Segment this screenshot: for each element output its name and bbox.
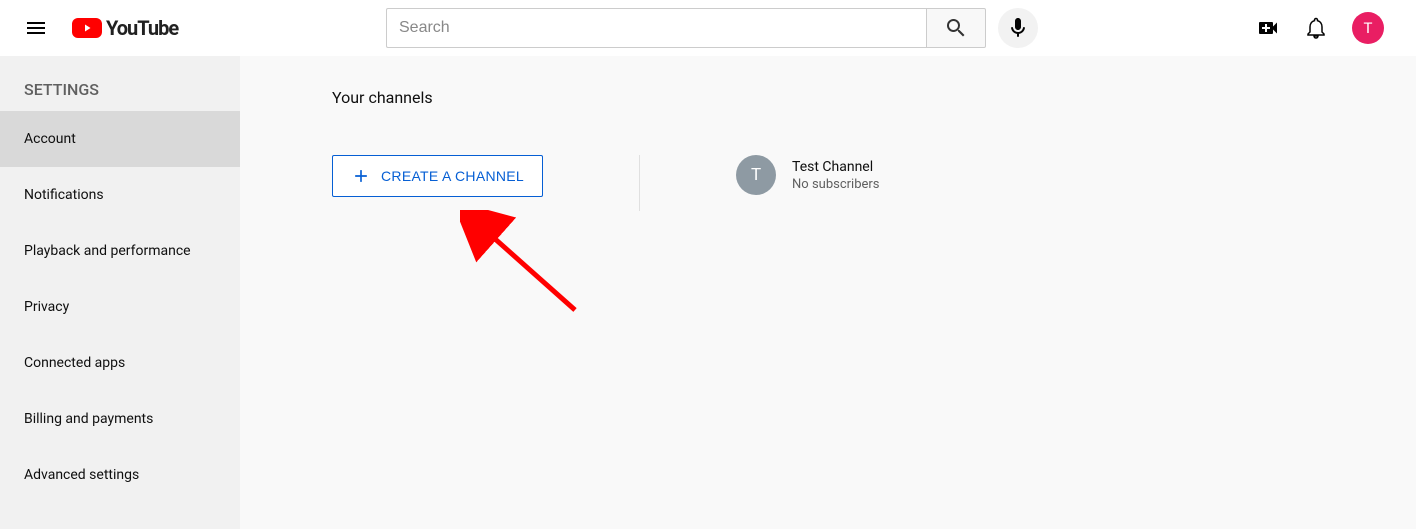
main-content: Your channels CREATE A CHANNEL T Test Ch… [240, 56, 1416, 529]
header-center [386, 8, 1038, 48]
settings-sidebar: SETTINGS Account Notifications Playback … [0, 56, 240, 529]
sidebar-item-privacy[interactable]: Privacy [0, 279, 240, 335]
channel-card[interactable]: T Test Channel No subscribers [736, 155, 879, 195]
header-right: T [1248, 8, 1400, 48]
youtube-logo[interactable]: YouTube [72, 16, 178, 40]
hamburger-icon [24, 16, 48, 40]
microphone-icon [1006, 16, 1030, 40]
sidebar-item-label: Playback and performance [24, 243, 191, 259]
sidebar-item-label: Notifications [24, 187, 104, 203]
user-avatar[interactable]: T [1352, 12, 1384, 44]
search-box [386, 8, 986, 48]
create-channel-button[interactable]: CREATE A CHANNEL [332, 155, 543, 197]
search-icon [944, 16, 968, 40]
search-button[interactable] [926, 8, 986, 48]
create-video-button[interactable] [1248, 8, 1288, 48]
create-button-label: CREATE A CHANNEL [381, 168, 524, 184]
channel-info: Test Channel No subscribers [792, 159, 879, 192]
sidebar-item-label: Billing and payments [24, 411, 153, 427]
header: YouTube T [0, 0, 1416, 56]
sidebar-title: SETTINGS [0, 68, 240, 111]
search-input[interactable] [386, 8, 926, 48]
sidebar-item-label: Account [24, 131, 76, 147]
sidebar-item-billing[interactable]: Billing and payments [0, 391, 240, 447]
sidebar-item-label: Privacy [24, 299, 69, 315]
sidebar-item-connected-apps[interactable]: Connected apps [0, 335, 240, 391]
youtube-logo-text: YouTube [106, 16, 178, 40]
menu-button[interactable] [16, 8, 56, 48]
create-video-icon [1256, 16, 1280, 40]
channel-name: Test Channel [792, 159, 879, 175]
sidebar-item-advanced[interactable]: Advanced settings [0, 447, 240, 503]
bell-icon [1304, 16, 1328, 40]
sidebar-item-playback[interactable]: Playback and performance [0, 223, 240, 279]
sidebar-item-label: Connected apps [24, 355, 125, 371]
content-area: SETTINGS Account Notifications Playback … [0, 56, 1416, 529]
sidebar-item-notifications[interactable]: Notifications [0, 167, 240, 223]
youtube-play-icon [72, 18, 102, 38]
sidebar-item-label: Advanced settings [24, 467, 139, 483]
vertical-divider [639, 155, 640, 211]
header-left: YouTube [16, 8, 256, 48]
channel-subscribers: No subscribers [792, 177, 879, 192]
sidebar-item-account[interactable]: Account [0, 111, 240, 167]
voice-search-button[interactable] [998, 8, 1038, 48]
channels-row: CREATE A CHANNEL T Test Channel No subsc… [332, 155, 1324, 211]
notifications-button[interactable] [1296, 8, 1336, 48]
plus-icon [351, 166, 371, 186]
channel-avatar: T [736, 155, 776, 195]
page-title: Your channels [332, 88, 1324, 107]
